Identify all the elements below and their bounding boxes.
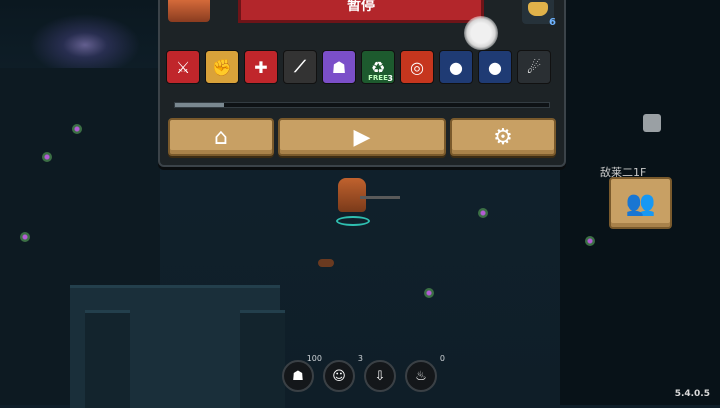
pet-icon — [528, 2, 548, 16]
mini-gear-icon — [643, 114, 661, 132]
buff-glyph: ⟋ — [294, 57, 306, 76]
slash-icon[interactable]: ⟋ — [283, 50, 317, 84]
buff-glyph: ◎ — [410, 57, 424, 77]
progress-bar — [174, 102, 550, 108]
slot-count: 3 — [357, 354, 363, 363]
pause-title: 暂停 — [238, 0, 484, 23]
slot-glyph: ☗ — [292, 368, 304, 384]
joystick-knob[interactable] — [464, 16, 498, 50]
buff-glyph: ● — [488, 57, 502, 77]
sword-icon[interactable]: ⚔ — [166, 50, 200, 84]
character-swap-icon[interactable]: ☺ 3 — [323, 354, 363, 392]
buff-list: ⚔ ✊ ✚ ⟋ ☗ ♻ FREE 3 ◎ ● ● ☄ — [166, 50, 551, 84]
buff-glyph: ● — [449, 57, 463, 77]
pet-slot: 6 — [522, 0, 556, 28]
slot-glyph: ☺ — [332, 368, 346, 384]
buff-glyph: ✚ — [254, 57, 268, 77]
home-button[interactable]: ⌂ — [168, 118, 274, 156]
pause-buttons: ⌂ ▶ ⚙ — [168, 118, 556, 158]
buff-count: 3 — [387, 74, 393, 83]
hero-portrait — [168, 0, 210, 22]
slot-glyph: ♨ — [415, 368, 427, 384]
buff-glyph: ☄ — [526, 57, 542, 77]
fist-icon[interactable]: ✊ — [205, 50, 239, 84]
health-cross-icon[interactable]: ✚ — [244, 50, 278, 84]
gear-icon: ⚙ — [493, 124, 513, 150]
pause-panel: 暂停 6 ⚔ ✊ ✚ ⟋ ☗ ♻ FREE 3 ◎ ● ● ☄ ⌂ ▶ ⚙ — [158, 0, 566, 167]
potion-icon[interactable]: ♨ 0 — [405, 354, 445, 392]
home-icon: ⌂ — [214, 124, 228, 150]
resume-button[interactable]: ▶ — [278, 118, 446, 156]
multiplayer-icon: 👥 — [625, 189, 656, 217]
version-label: 5.4.0.5 — [674, 389, 710, 399]
skill-hotbar: ☗ 100 ☺ 3 ⇩ ♨ 0 — [282, 354, 445, 392]
player-character — [326, 170, 400, 226]
energy-orb-icon[interactable]: ● — [439, 50, 473, 84]
buff-glyph: ✊ — [212, 57, 232, 77]
slot-count: 0 — [439, 354, 445, 363]
ghost-skill-icon[interactable]: ☗ 100 — [282, 354, 322, 392]
fire-ring-icon[interactable]: ◎ — [400, 50, 434, 84]
frost-orb-icon[interactable]: ● — [478, 50, 512, 84]
recycle-icon[interactable]: ♻ FREE 3 — [361, 50, 395, 84]
buff-glyph: ☗ — [331, 57, 347, 77]
slot-count: 100 — [306, 354, 322, 363]
meteor-icon[interactable]: ☄ — [517, 50, 551, 84]
player-weapon — [360, 196, 400, 199]
player-body — [338, 178, 366, 212]
buff-glyph: ⚔ — [175, 57, 191, 77]
progress-fill — [175, 103, 224, 107]
pickup-arrow-icon[interactable]: ⇩ — [364, 360, 396, 392]
settings-button[interactable]: ⚙ — [450, 118, 556, 156]
play-icon: ▶ — [353, 124, 371, 150]
multiplayer-button[interactable]: 👥 — [609, 177, 672, 229]
ghost-icon[interactable]: ☗ — [322, 50, 356, 84]
critter — [318, 259, 334, 267]
player-ring — [336, 216, 370, 226]
slot-glyph: ⇩ — [374, 368, 386, 384]
pet-count: 6 — [549, 17, 556, 28]
